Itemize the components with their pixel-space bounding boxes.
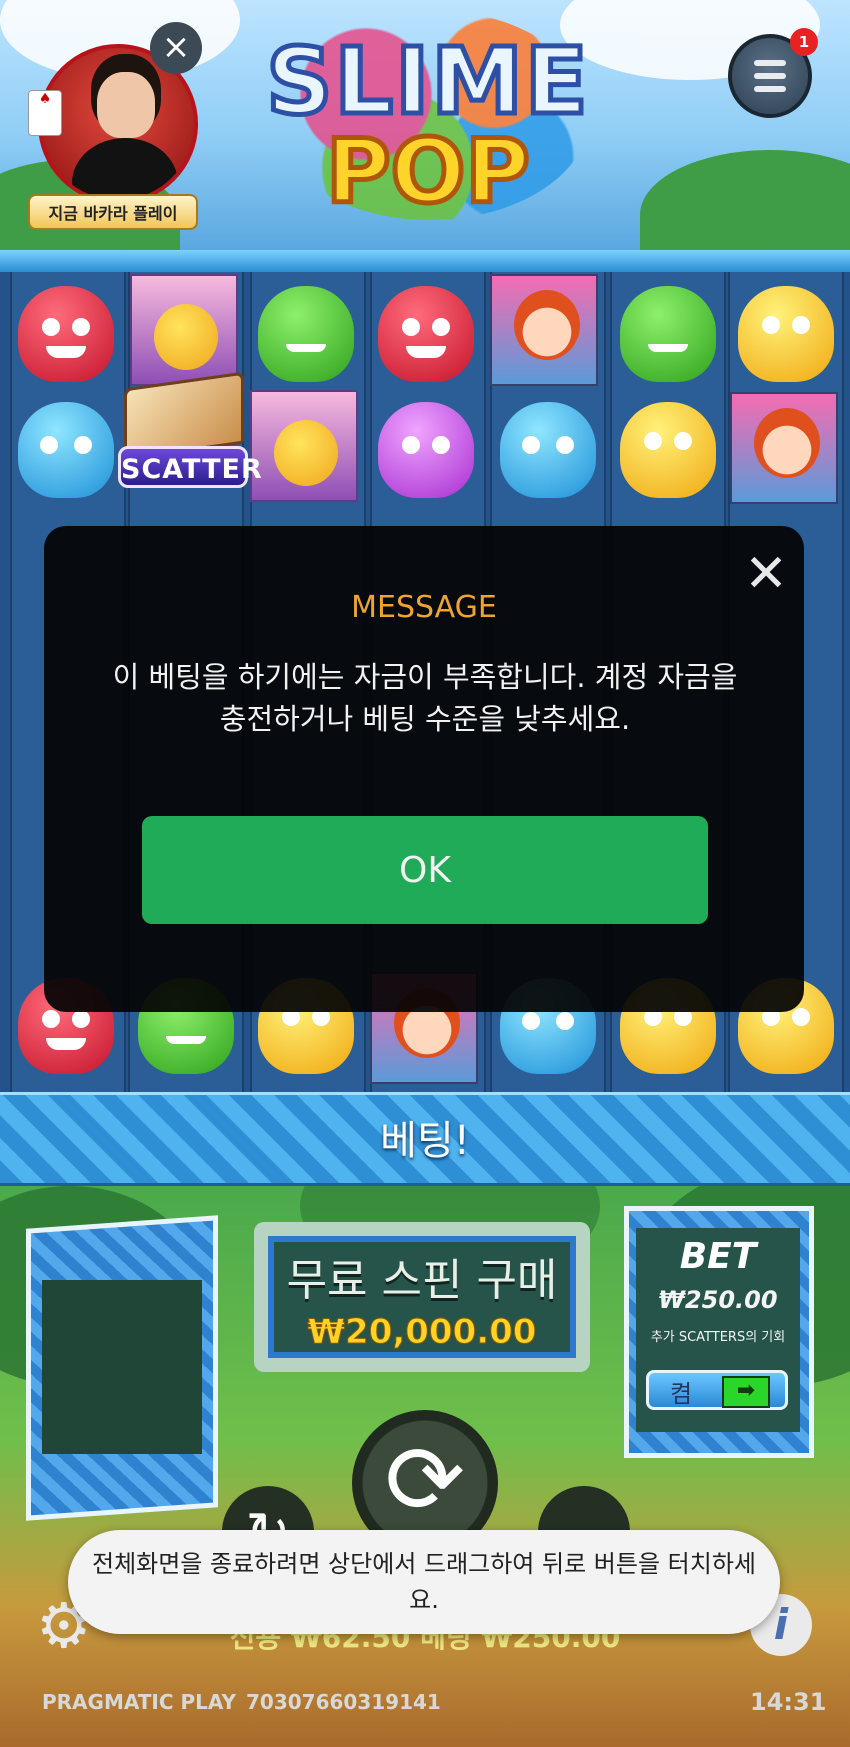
girl-symbol <box>730 392 838 504</box>
session-id: 70307660319141 <box>246 1690 441 1714</box>
purple-slime-symbol <box>378 402 474 498</box>
red-slime-symbol <box>18 286 114 382</box>
green-slime-symbol <box>258 286 354 382</box>
playing-card-icon: ♠ <box>28 90 62 136</box>
provider-label: PRAGMATIC PLAY <box>42 1690 236 1714</box>
clock: 14:31 <box>750 1688 827 1716</box>
red-slime-symbol <box>378 286 474 382</box>
blue-slime-symbol <box>18 402 114 498</box>
dialog-title: MESSAGE <box>351 590 497 625</box>
hill-decoration <box>640 150 850 250</box>
scatter-symbol: SCATTER <box>118 371 262 502</box>
game-logo-subtitle: POP <box>324 118 533 226</box>
buy-free-spins-price: ₩20,000.00 <box>307 1312 537 1353</box>
ante-bet-note: 추가 SCATTERS의 기회 <box>650 1330 786 1345</box>
yellow-slime-symbol <box>620 402 716 498</box>
promo-label[interactable]: 지금 바카라 플레이 <box>28 194 198 230</box>
yellow-slime-symbol <box>738 286 834 382</box>
ante-bet-title: BET <box>679 1236 757 1277</box>
bunny-symbol <box>250 390 358 502</box>
promo-close-icon[interactable]: × <box>150 22 202 74</box>
fullscreen-toast-text: 전체화면을 종료하려면 상단에서 드래그하여 뒤로 버튼을 터치하세요. <box>91 1550 756 1614</box>
girl-symbol <box>490 274 598 386</box>
buy-free-spins-label: 무료 스핀 구매 <box>286 1255 558 1306</box>
menu-bar <box>754 60 786 66</box>
menu-bar <box>754 73 786 79</box>
blue-slime-symbol <box>500 402 596 498</box>
notification-badge: 1 <box>790 28 818 56</box>
arrow-right-icon: ➡ <box>722 1376 770 1408</box>
ante-bet-toggle-label: 켬 <box>670 1380 693 1408</box>
bunny-symbol <box>130 274 238 386</box>
menu-bar <box>754 86 786 92</box>
green-slime-symbol <box>620 286 716 382</box>
game-logo-title: SLIME <box>264 26 591 138</box>
bet-banner-text: 베팅! <box>380 1118 470 1164</box>
dialog-message: 이 베팅을 하기에는 자금이 부족합니다. 계정 자금을 충전하거나 베팅 수준… <box>112 660 738 736</box>
side-panel-screen <box>42 1280 202 1454</box>
dealer-head <box>97 72 155 138</box>
ante-bet-amount: ₩250.00 <box>658 1286 778 1314</box>
scatter-label: SCATTER <box>118 446 262 488</box>
grid-top-border <box>0 250 850 272</box>
ok-button[interactable]: OK <box>142 816 708 924</box>
